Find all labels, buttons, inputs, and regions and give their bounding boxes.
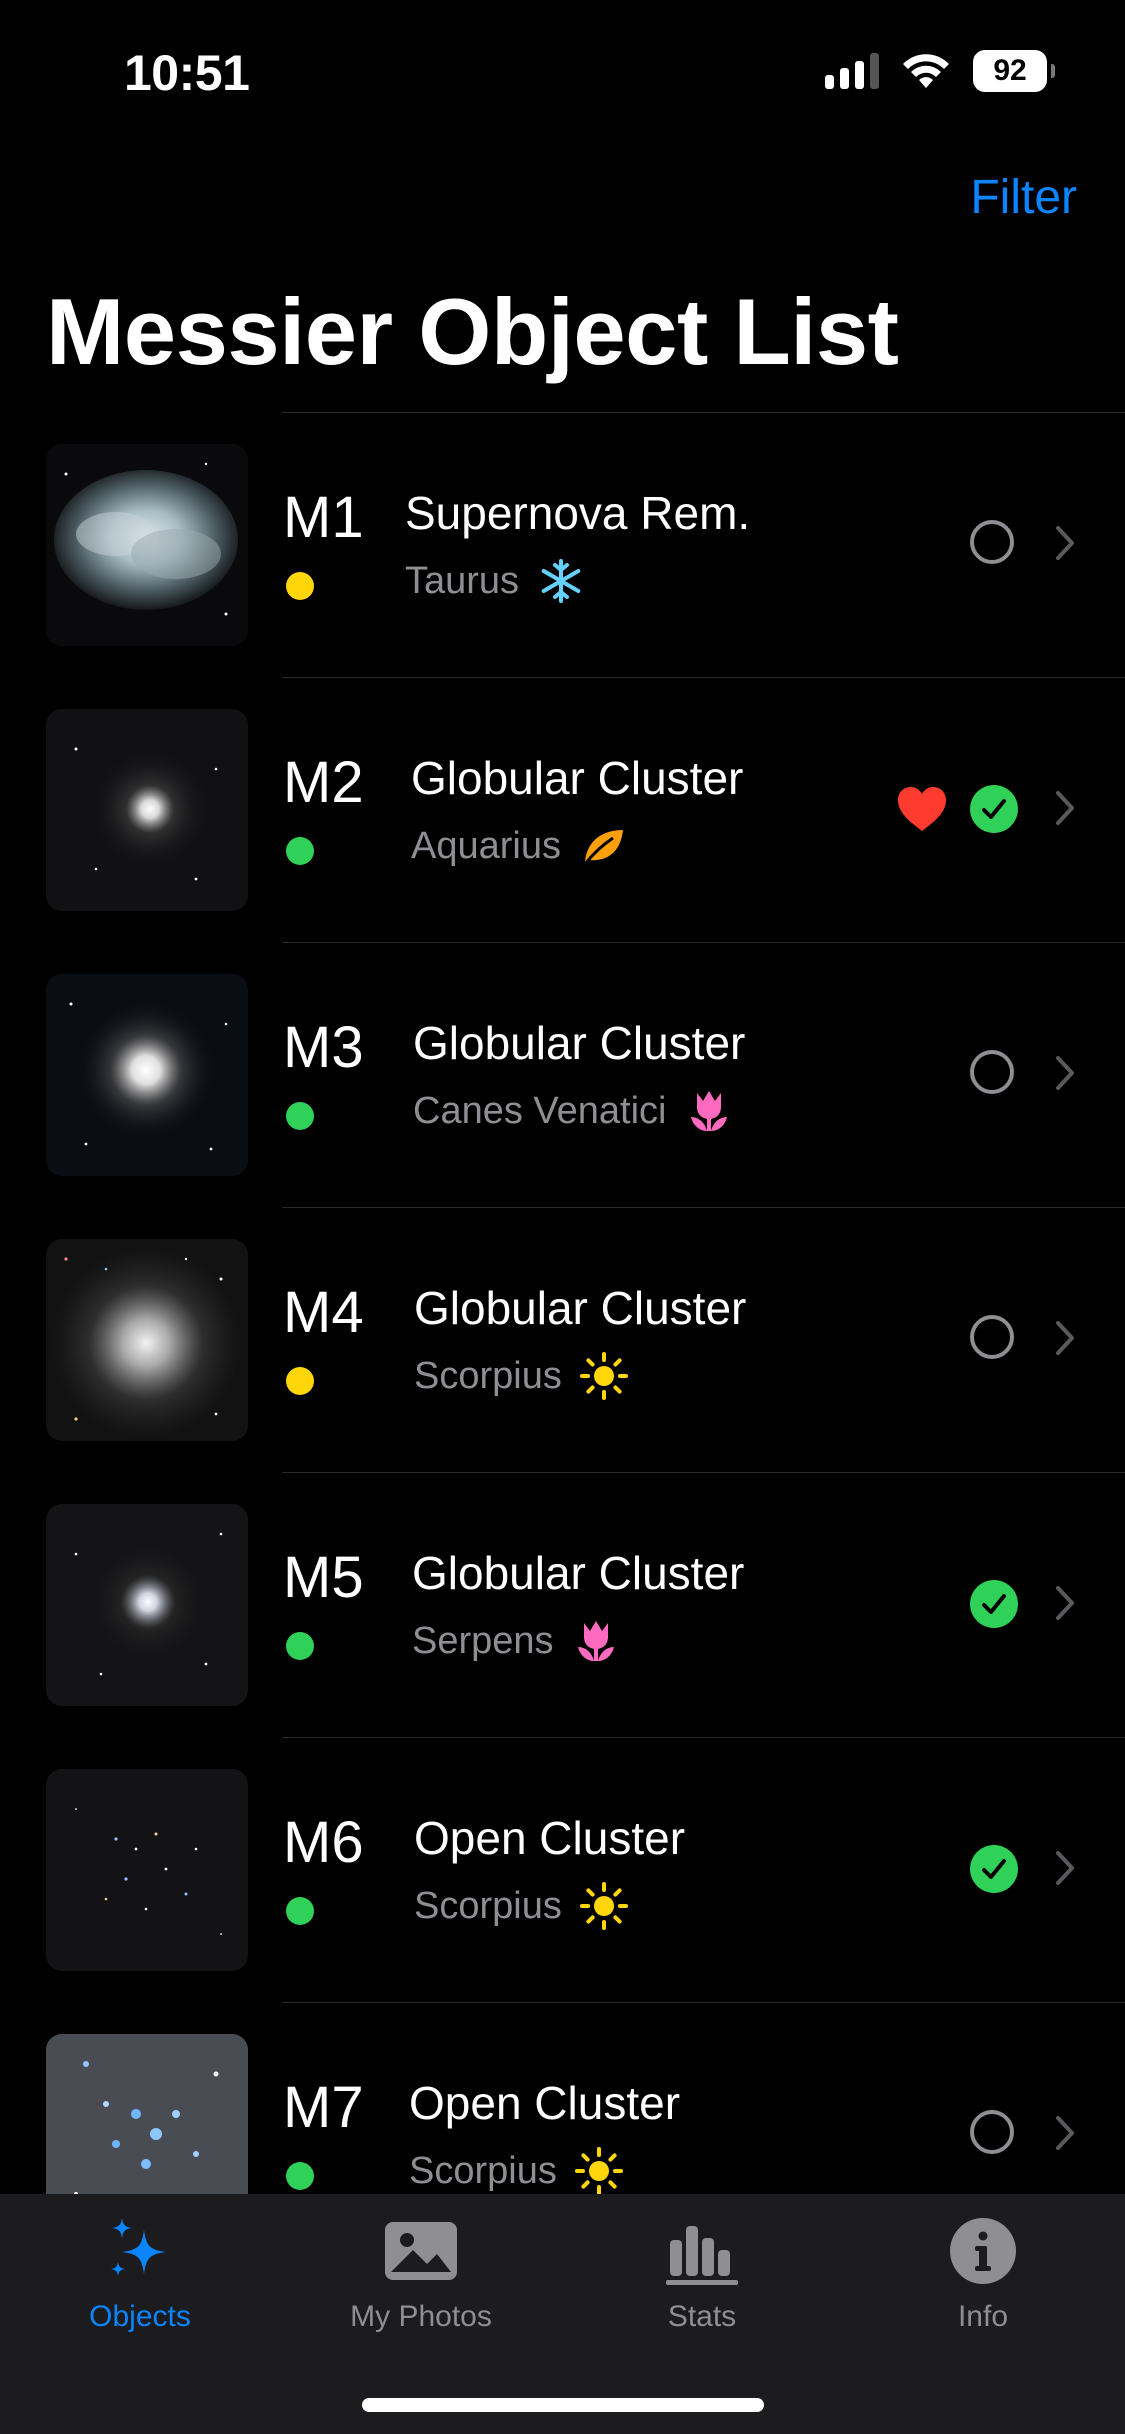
observed-toggle[interactable] [970,1315,1014,1359]
sparkles-icon [111,2218,166,2276]
messier-object-list[interactable]: M1 Supernova Rem. Taurus M2 Globular Clu… [0,412,1125,2194]
visibility-dot [286,572,314,600]
info-icon [950,2218,1016,2284]
list-item[interactable]: M3 Globular Cluster Canes Venatici [0,942,1125,1207]
sun-icon [579,1882,628,1930]
list-item[interactable]: M5 Globular Cluster Serpens [0,1472,1125,1737]
visibility-dot [286,1897,314,1925]
filter-button[interactable]: Filter [970,170,1077,225]
list-item[interactable]: M2 Globular Cluster Aquarius [0,677,1125,942]
tab-stats[interactable]: Stats [562,2216,842,2334]
observed-toggle[interactable] [970,2110,1014,2154]
chevron-right-icon [1056,526,1074,560]
snowflake-icon [541,559,581,603]
tab-objects[interactable]: Objects [0,2216,280,2334]
chevron-right-icon [1056,791,1074,825]
messier-id: M1 [283,485,364,550]
object-thumbnail [46,1769,248,1971]
leaf-icon [583,830,623,865]
object-thumbnail [46,709,248,911]
visibility-dot [286,1102,314,1130]
constellation: Taurus [405,559,520,602]
status-time: 10:51 [124,45,250,101]
list-item[interactable]: M1 Supernova Rem. Taurus [0,412,1125,677]
object-type: Globular Cluster [413,1017,746,1069]
constellation: Scorpius [414,1354,562,1397]
observed-check-icon[interactable] [970,1580,1018,1628]
messier-id: M3 [283,1015,364,1080]
constellation: Scorpius [409,2149,557,2192]
status-bar: 10:51 92 [0,0,1125,150]
object-thumbnail [46,2034,248,2194]
visibility-dot [286,1367,314,1395]
chevron-right-icon [1056,1586,1074,1620]
photo-icon [385,2222,457,2280]
home-indicator [362,2398,764,2412]
constellation: Aquarius [411,824,561,867]
wifi-icon [903,54,949,88]
tulip-icon [577,1621,614,1661]
list-item[interactable]: M6 Open Cluster Scorpius [0,1737,1125,2002]
tab-label: Stats [667,2300,737,2333]
messier-id: M5 [283,1545,364,1610]
object-thumbnail [46,1239,248,1441]
sun-icon [574,2147,623,2194]
object-type: Globular Cluster [412,1547,745,1599]
object-type: Globular Cluster [414,1282,747,1334]
object-type: Supernova Rem. [405,487,751,539]
object-thumbnail [46,1504,248,1706]
object-thumbnail [46,974,248,1176]
constellation: Scorpius [414,1884,562,1927]
bar-chart-icon [666,2226,738,2285]
messier-id: M4 [283,1280,364,1345]
observed-toggle[interactable] [970,520,1014,564]
messier-id: M7 [283,2075,364,2140]
observed-check-icon[interactable] [970,785,1018,833]
chevron-right-icon [1056,2116,1074,2150]
constellation: Serpens [412,1619,554,1662]
tab-info[interactable]: Info [843,2216,1123,2334]
list-item[interactable]: M7 Open Cluster Scorpius [0,2002,1125,2194]
page-title: Messier Object List [46,279,899,384]
object-thumbnail [46,444,248,646]
tab-label: Objects [89,2300,191,2333]
cellular-signal-icon [825,53,879,89]
battery-indicator: 92 [973,50,1055,92]
observed-toggle[interactable] [970,1050,1014,1094]
chevron-right-icon [1056,1056,1074,1090]
visibility-dot [286,2162,314,2190]
tab-label: Info [957,2300,1009,2333]
tulip-icon [690,1091,727,1131]
messier-id: M6 [283,1810,364,1875]
object-type: Open Cluster [414,1812,686,1864]
object-type: Open Cluster [409,2077,681,2129]
chevron-right-icon [1056,1851,1074,1885]
tab-label: My Photos [350,2300,492,2333]
constellation: Canes Venatici [413,1089,667,1132]
observed-check-icon[interactable] [970,1845,1018,1893]
list-item[interactable]: M4 Globular Cluster Scorpius [0,1207,1125,1472]
messier-id: M2 [283,750,364,815]
chevron-right-icon [1056,1321,1074,1355]
tab-my-photos[interactable]: My Photos [281,2216,561,2334]
sun-icon [579,1352,628,1400]
favorite-heart-icon[interactable] [896,785,948,833]
status-icons: 92 [825,50,1055,92]
object-type: Globular Cluster [411,752,744,804]
visibility-dot [286,1632,314,1660]
visibility-dot [286,837,314,865]
battery-level: 92 [993,54,1027,87]
